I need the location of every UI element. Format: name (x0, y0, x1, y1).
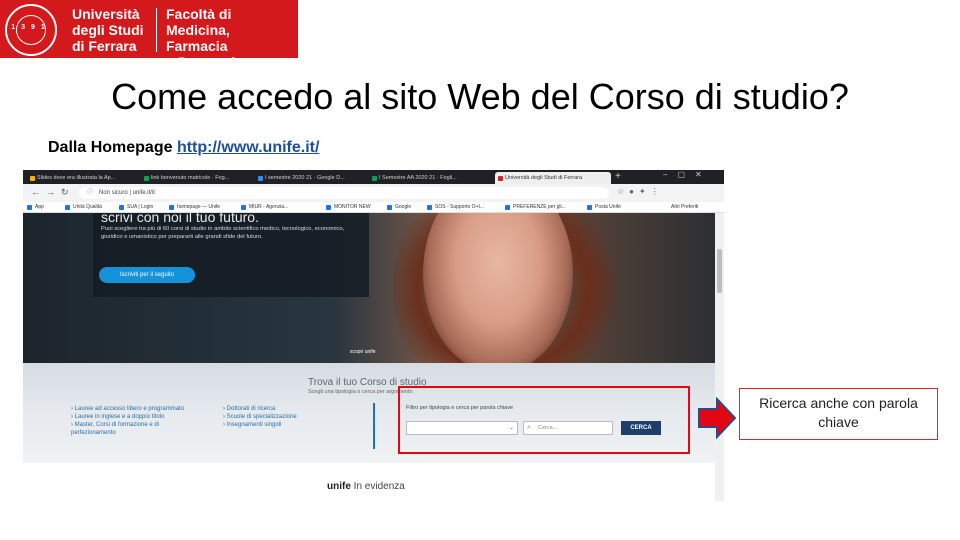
window-controls[interactable]: –▢✕ (663, 170, 712, 179)
bookmark-label: Google (395, 204, 412, 210)
slide-subtitle: Dalla Homepage http://www.unife.it/ (48, 139, 319, 157)
search-highlight-box (398, 386, 690, 454)
browser-tab-active[interactable]: Università degli Studi di Ferrara (495, 172, 611, 184)
hero-text: Puoi scegliere tra più di 60 corsi di st… (101, 226, 345, 240)
url-security-label: Non sicuro (99, 190, 128, 196)
bookmark-icon (326, 205, 331, 210)
bookmark-item[interactable]: Google (387, 203, 411, 212)
hero-textbox: scrivi con noi il tuo futuro. Puoi scegl… (93, 213, 369, 297)
other-bookmarks[interactable]: Altri Preferiti (671, 203, 698, 212)
slide: 1391 Università degli Studi di Ferrara F… (0, 0, 960, 540)
sheets-icon (144, 176, 149, 181)
scrollbar-thumb[interactable] (717, 249, 722, 293)
university-name: Università degli Studi di Ferrara (72, 6, 144, 54)
evidence-label: In evidenza (353, 481, 405, 492)
tab-label: link benvenuto matricole · Fog... (151, 175, 230, 181)
bookmark-item[interactable]: MIUR - Agenzia... (241, 203, 288, 212)
nav-buttons-icon[interactable]: ←→↻ (31, 187, 75, 198)
new-tab-icon[interactable]: + (615, 171, 621, 182)
finder-divider (373, 403, 375, 449)
browser-tab[interactable]: I semestre 2020 21 · Google D... (255, 172, 367, 184)
bookmark-item[interactable]: App (27, 203, 44, 212)
homepage-link[interactable]: http://www.unife.it/ (177, 139, 320, 156)
bookmarks-bar: App Unità Qualità SUA | Login homepage —… (23, 202, 724, 213)
banner-divider (156, 8, 157, 52)
tab-label: I Semestre AA 2020 21 · Fogli... (379, 175, 457, 181)
slides-icon (30, 176, 35, 181)
bookmark-icon (169, 205, 174, 210)
subtitle-prefix: Dalla Homepage (48, 139, 177, 156)
bookmark-label: MIUR - Agenzia... (249, 204, 289, 210)
browser-tab[interactable]: Slides dove era illustrata la Ap... (27, 172, 139, 184)
apps-icon (27, 205, 32, 210)
bookmark-icon (241, 205, 246, 210)
course-links-right[interactable]: › Dottorati di ricerca › Scuole di speci… (223, 405, 297, 429)
address-bar-row: ←→↻ ⓘ Non sicuro | unife.it/it ☆●✦⋮ (23, 184, 724, 202)
browser-tab[interactable]: I Semestre AA 2020 21 · Fogli... (369, 172, 493, 184)
bookmark-item[interactable]: SOS - Supporto O+I... (427, 203, 484, 212)
bookmark-item[interactable]: Posta Unife (587, 203, 621, 212)
seal-year: 1391 (11, 24, 51, 31)
hero-banner: scrivi con noi il tuo futuro. Puoi scegl… (23, 213, 715, 363)
evidence-heading: unife In evidenza (327, 481, 405, 492)
hero-heading: scrivi con noi il tuo futuro. (101, 213, 259, 225)
bookmark-label: SOS - Supporto O+I... (435, 204, 485, 210)
bookmark-label: SUA | Login (127, 204, 154, 210)
bookmark-icon (505, 205, 510, 210)
bookmark-label: Unità Qualità (73, 204, 102, 210)
bookmark-label: homepage — Unife (177, 204, 221, 210)
bookmark-icon (65, 205, 70, 210)
bookmark-icon (427, 205, 432, 210)
scroll-hint[interactable]: scopri unife (350, 349, 376, 355)
extensions-icon[interactable]: ☆●✦⋮ (617, 187, 664, 196)
bookmark-label: App (35, 204, 44, 210)
enroll-button[interactable]: Iscriviti per il seguito (99, 267, 195, 283)
hero-photo-face (423, 213, 573, 363)
bookmark-label: PREFERENZE per gli... (513, 204, 566, 210)
bookmark-label: Posta Unife (595, 204, 621, 210)
bookmark-item[interactable]: homepage — Unife (169, 203, 220, 212)
arrow-right-icon (698, 397, 737, 439)
tab-label: I semestre 2020 21 · Google D... (265, 175, 345, 181)
bookmark-item[interactable]: SUA | Login (119, 203, 153, 212)
sheets-icon (372, 176, 377, 181)
lock-icon: ⓘ (87, 190, 94, 196)
bookmark-icon (119, 205, 124, 210)
browser-tab[interactable]: link benvenuto matricole · Fog... (141, 172, 253, 184)
tab-label: Università degli Studi di Ferrara (505, 175, 583, 181)
course-links-left[interactable]: › Lauree ad accesso libero e programmato… (71, 405, 184, 437)
slide-title: Come accedo al sito Web del Corso di stu… (111, 76, 849, 117)
google-icon (387, 205, 392, 210)
bookmark-label: MONITOR NEW (334, 204, 371, 210)
bookmark-icon (587, 205, 592, 210)
finder-hint: Scegli una tipologia o cerca per argomen… (308, 389, 413, 395)
bookmark-item[interactable]: Unità Qualità (65, 203, 102, 212)
university-banner: 1391 Università degli Studi di Ferrara F… (0, 0, 298, 70)
url-field[interactable]: ⓘ Non sicuro | unife.it/it (79, 187, 609, 199)
callout-keyword-search: Ricerca anche con parola chiave (739, 388, 938, 440)
tab-label: Slides dove era illustrata la Ap... (37, 175, 116, 181)
university-seal-icon: 1391 (5, 4, 57, 56)
browser-tab-bar: Slides dove era illustrata la Ap... link… (23, 170, 724, 184)
docs-icon (258, 176, 263, 181)
url-text: unife.it/it (132, 190, 155, 196)
bookmark-item[interactable]: PREFERENZE per gli... (505, 203, 566, 212)
bookmark-item[interactable]: MONITOR NEW (326, 203, 371, 212)
faculty-name: Facoltà di Medicina, Farmacia e Prevenzi… (166, 6, 261, 70)
evidence-brand: unife (327, 481, 351, 492)
unife-favicon-icon (498, 176, 503, 181)
page-scrollbar[interactable] (715, 213, 724, 501)
